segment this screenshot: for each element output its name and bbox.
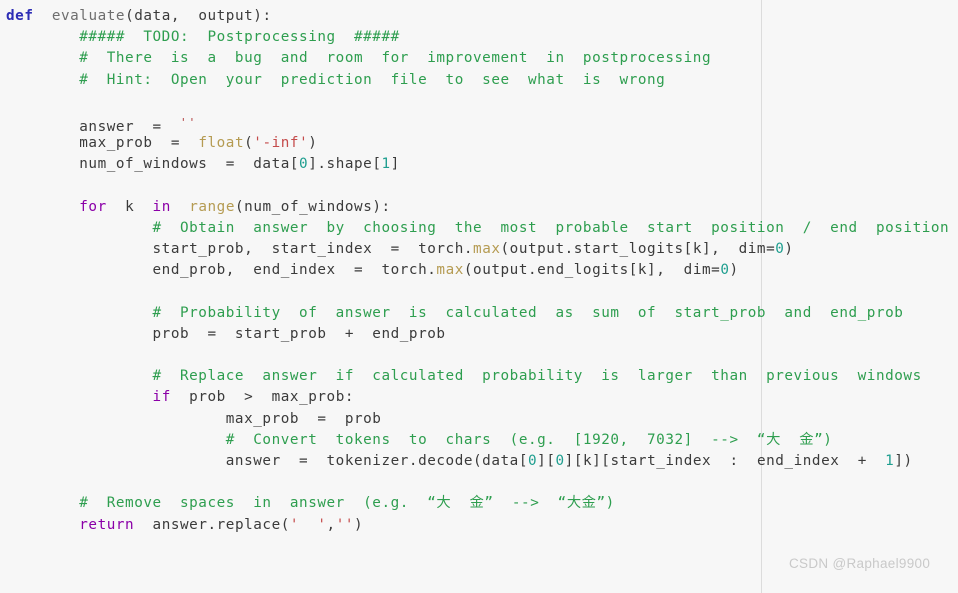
code-line[interactable]: # Hint: Open your prediction file to see… — [6, 70, 949, 91]
code-line-blank[interactable] — [6, 345, 949, 366]
code-line-blank[interactable] — [6, 281, 949, 302]
code-line-blank[interactable] — [6, 176, 949, 197]
code-line[interactable]: def evaluate(data, output): — [6, 6, 949, 27]
code-line[interactable]: # Convert tokens to chars (e.g. [1920, 7… — [6, 430, 949, 451]
code-line[interactable]: if prob > max_prob: — [6, 387, 949, 408]
code-line[interactable]: max_prob = prob — [6, 409, 949, 430]
builtin-max: max — [473, 241, 501, 258]
code-line[interactable]: answer = '' — [6, 112, 949, 135]
keyword-for: for — [79, 198, 107, 215]
code-line[interactable]: # There is a bug and room for improvemen… — [6, 48, 949, 69]
code-line[interactable]: start_prob, start_index = torch.max(outp… — [6, 239, 949, 260]
code-screenshot: def evaluate(data, output): ##### TODO: … — [0, 0, 958, 593]
comment-hint-open: # Hint: Open your prediction file to see… — [6, 71, 666, 88]
keyword-if: if — [152, 389, 171, 406]
code-line[interactable]: # Probability of answer is calculated as… — [6, 303, 949, 324]
code-line[interactable]: end_prob, end_index = torch.max(output.e… — [6, 260, 949, 281]
comment-replace-answer: # Replace answer if calculated probabili… — [6, 368, 922, 385]
string-neg-inf: '-inf' — [253, 135, 309, 152]
comment-todo: ##### TODO: Postprocessing ##### — [6, 29, 400, 46]
builtin-max: max — [436, 262, 464, 279]
code-line[interactable]: return answer.replace(' ','') — [6, 515, 949, 536]
code-line[interactable]: answer = tokenizer.decode(data[0][0][k][… — [6, 451, 949, 472]
code-line[interactable]: for k in range(num_of_windows): — [6, 197, 949, 218]
code-line[interactable]: # Replace answer if calculated probabili… — [6, 366, 949, 387]
comment-remove-spaces: # Remove spaces in answer (e.g. “大 金” --… — [6, 495, 615, 512]
keyword-in: in — [152, 198, 171, 215]
comment-obtain-answer: # Obtain answer by choosing the most pro… — [6, 219, 950, 236]
code-line[interactable]: prob = start_prob + end_prob — [6, 324, 949, 345]
keyword-return: return — [79, 516, 135, 533]
code-line-blank[interactable] — [6, 472, 949, 493]
empty-string-literal: '' — [180, 115, 198, 129]
comment-convert-tokens: # Convert tokens to chars (e.g. [1920, 7… — [6, 431, 833, 448]
string-space: ' ' — [289, 516, 327, 533]
code-line[interactable]: # Remove spaces in answer (e.g. “大 金” --… — [6, 493, 949, 514]
comment-bug-hint: # There is a bug and room for improvemen… — [6, 50, 712, 67]
code-line[interactable]: max_prob = float('-inf') — [6, 133, 949, 154]
comment-probability: # Probability of answer is calculated as… — [6, 304, 904, 321]
csdn-watermark: CSDN @Raphael9900 — [789, 556, 931, 571]
string-empty: '' — [335, 516, 355, 533]
code-line[interactable]: ##### TODO: Postprocessing ##### — [6, 27, 949, 48]
builtin-range: range — [189, 198, 235, 215]
code-line[interactable]: # Obtain answer by choosing the most pro… — [6, 218, 949, 239]
code-line[interactable]: num_of_windows = data[0].shape[1] — [6, 154, 949, 175]
code-block[interactable]: def evaluate(data, output): ##### TODO: … — [0, 0, 949, 536]
function-name-evaluate: evaluate — [51, 8, 126, 24]
builtin-float: float — [198, 135, 245, 152]
code-line-blank[interactable] — [6, 91, 949, 112]
keyword-def: def — [6, 8, 34, 24]
